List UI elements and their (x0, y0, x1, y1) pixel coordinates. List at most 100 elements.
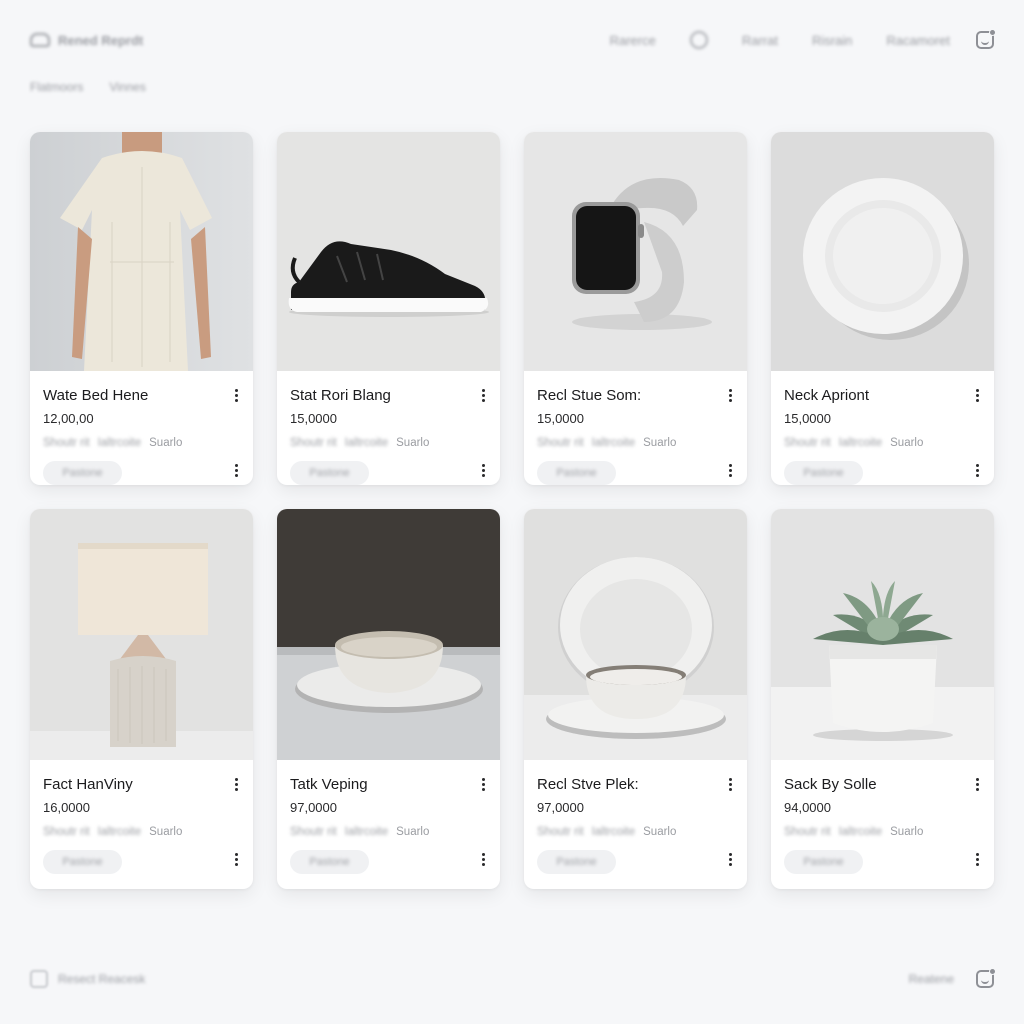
product-meta: Shoutr rit Ialtrcoite Suarlo (290, 826, 487, 838)
meta-text: Ialtrcoite (838, 826, 883, 838)
more-options-icon[interactable] (975, 464, 979, 477)
action-label: Pastone (62, 856, 103, 868)
product-title[interactable]: Tatk Veping (290, 776, 487, 796)
more-options-icon[interactable] (481, 464, 485, 477)
product-action-button[interactable]: Pastone (784, 461, 863, 485)
seller-name[interactable]: Suarlo (149, 437, 182, 449)
brand[interactable]: Rened Reprdt (30, 33, 143, 48)
product-card[interactable]: Fact HanViny 16,0000 Shoutr rit Ialtrcoi… (30, 509, 253, 889)
product-title[interactable]: Wate Bed Hene (43, 387, 240, 407)
meta-text: Shoutr rit (43, 437, 90, 449)
nav-item-1[interactable]: Rarerce (610, 33, 656, 48)
meta-text: Ialtrcoite (97, 437, 142, 449)
product-meta: Shoutr rit Ialtrcoite Suarlo (784, 437, 981, 449)
product-title[interactable]: Neck Apriont (784, 387, 981, 407)
seller-name[interactable]: Suarlo (149, 826, 182, 838)
nav-item-3[interactable]: Risrain (812, 33, 852, 48)
more-options-icon[interactable] (234, 853, 238, 866)
product-title[interactable]: Recl Stve Plek: (537, 776, 734, 796)
product-action-button[interactable]: Pastone (290, 850, 369, 874)
product-grid: Wate Bed Hene 12,00,00 Shoutr rit Ialtrc… (30, 132, 994, 889)
product-price: 97,0000 (537, 800, 584, 815)
more-options-icon[interactable] (728, 778, 732, 791)
product-card[interactable]: Recl Stve Plek: 97,0000 Shoutr rit Ialtr… (524, 509, 747, 889)
product-meta: Shoutr rit Ialtrcoite Suarlo (290, 437, 487, 449)
product-image-plate[interactable] (771, 132, 994, 371)
meta-text: Ialtrcoite (591, 826, 636, 838)
action-label: Pastone (309, 856, 350, 868)
seller-name[interactable]: Suarlo (396, 826, 429, 838)
footer-link[interactable]: Reatene (909, 972, 954, 986)
product-image-bowl[interactable] (277, 509, 500, 760)
product-title[interactable]: Sack By Solle (784, 776, 981, 796)
globe-icon[interactable] (689, 31, 708, 49)
product-price: 97,0000 (290, 800, 337, 815)
product-card[interactable]: Tatk Veping 97,0000 Shoutr rit Ialtrcoit… (277, 509, 500, 889)
product-image-lamp[interactable] (30, 509, 253, 760)
product-title[interactable]: Fact HanViny (43, 776, 240, 796)
more-options-icon[interactable] (481, 778, 485, 791)
product-card[interactable]: Sack By Solle 94,0000 Shoutr rit Ialtrco… (771, 509, 994, 889)
product-image-succulent[interactable] (771, 509, 994, 760)
product-price: 94,0000 (784, 800, 831, 815)
more-options-icon[interactable] (728, 464, 732, 477)
product-card[interactable]: Neck Apriont 15,0000 Shoutr rit Ialtrcoi… (771, 132, 994, 485)
product-action-button[interactable]: Pastone (537, 850, 616, 874)
product-meta: Shoutr rit Ialtrcoite Suarlo (43, 826, 240, 838)
meta-text: Ialtrcoite (97, 826, 142, 838)
seller-name[interactable]: Suarlo (643, 826, 676, 838)
product-card[interactable]: Stat Rori Blang 15,0000 Shoutr rit Ialtr… (277, 132, 500, 485)
meta-text: Ialtrcoite (838, 437, 883, 449)
more-options-icon[interactable] (481, 389, 485, 402)
product-action-button[interactable]: Pastone (784, 850, 863, 874)
seller-name[interactable]: Suarlo (890, 826, 923, 838)
product-action-button[interactable]: Pastone (290, 461, 369, 485)
product-action-button[interactable]: Pastone (43, 850, 122, 874)
seller-name[interactable]: Suarlo (396, 437, 429, 449)
seller-name[interactable]: Suarlo (890, 437, 923, 449)
action-label: Pastone (556, 856, 597, 868)
more-options-icon[interactable] (234, 464, 238, 477)
notification-dot (989, 968, 996, 975)
product-image-smartwatch[interactable] (524, 132, 747, 371)
meta-text: Shoutr rit (290, 826, 337, 838)
meta-text: Shoutr rit (784, 437, 831, 449)
meta-text: Ialtrcoite (344, 437, 389, 449)
product-image-dinnerware[interactable] (524, 509, 747, 760)
product-meta: Shoutr rit Ialtrcoite Suarlo (537, 826, 734, 838)
product-price: 16,0000 (43, 800, 90, 815)
footer-logo-icon (30, 970, 48, 988)
product-action-button[interactable]: Pastone (43, 461, 122, 485)
more-options-icon[interactable] (975, 778, 979, 791)
nav-item-2[interactable]: Rarrat (742, 33, 778, 48)
meta-text: Shoutr rit (537, 437, 584, 449)
more-options-icon[interactable] (481, 853, 485, 866)
product-price: 15,0000 (290, 411, 337, 426)
brand-name: Rened Reprdt (58, 32, 144, 48)
subnav-item-2[interactable]: Vinnes (109, 80, 145, 94)
product-card[interactable]: Recl Stue Som: 15,0000 Shoutr rit Ialtrc… (524, 132, 747, 485)
nav-item-4[interactable]: Racamoret (886, 33, 950, 48)
subnav-item-1[interactable]: Flatmoors (30, 80, 83, 94)
product-action-button[interactable]: Pastone (537, 461, 616, 485)
more-options-icon[interactable] (234, 389, 238, 402)
seller-name[interactable]: Suarlo (643, 437, 676, 449)
action-label: Pastone (803, 467, 844, 479)
footer: Resect Reacesk Reatene (30, 965, 996, 993)
more-options-icon[interactable] (234, 778, 238, 791)
product-image-dress[interactable] (30, 132, 253, 371)
more-options-icon[interactable] (975, 853, 979, 866)
product-card[interactable]: Wate Bed Hene 12,00,00 Shoutr rit Ialtrc… (30, 132, 253, 485)
product-price: 15,0000 (537, 411, 584, 426)
account-icon[interactable] (976, 29, 996, 49)
product-image-sneaker[interactable] (277, 132, 500, 371)
more-options-icon[interactable] (728, 389, 732, 402)
more-options-icon[interactable] (728, 853, 732, 866)
product-title[interactable]: Recl Stue Som: (537, 387, 734, 407)
product-title[interactable]: Stat Rori Blang (290, 387, 487, 407)
more-options-icon[interactable] (975, 389, 979, 402)
account-icon[interactable] (976, 968, 996, 988)
top-navigation: Rened Reprdt Rarerce Rarrat Risrain Raca… (30, 26, 996, 54)
product-meta: Shoutr rit Ialtrcoite Suarlo (784, 826, 981, 838)
footer-brand[interactable]: Resect Reacesk (58, 972, 145, 986)
